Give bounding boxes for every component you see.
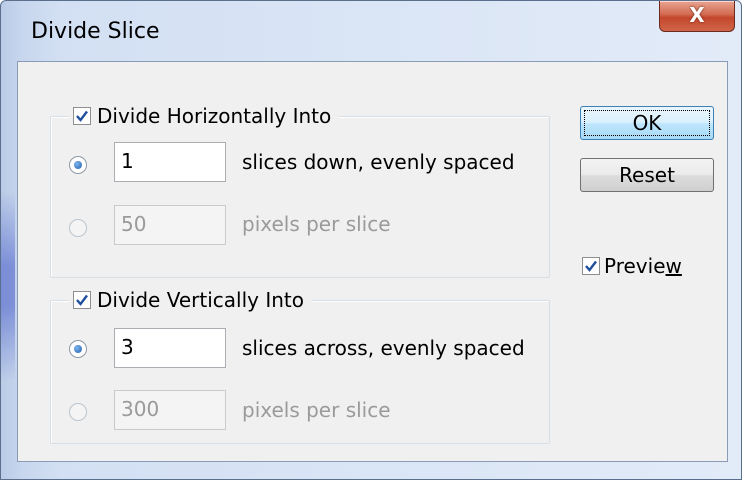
vertical-slices-radio[interactable] — [69, 340, 87, 358]
vertical-pixels-radio[interactable] — [69, 403, 87, 421]
horizontal-pixels-input[interactable]: 50 — [114, 205, 226, 245]
close-icon: X — [689, 3, 705, 27]
preview-label-main: Previe — [604, 254, 666, 278]
horizontal-slices-radio[interactable] — [69, 156, 87, 174]
horizontal-slices-label: slices down, evenly spaced — [242, 150, 515, 174]
vertical-legend-label: Divide Vertically Into — [97, 288, 304, 312]
ok-focus-ring — [584, 110, 710, 136]
vertical-legend: Divide Vertically Into — [69, 285, 312, 315]
preview-option[interactable]: Preview — [582, 254, 682, 278]
vertical-checkbox[interactable] — [73, 291, 91, 309]
ok-button[interactable]: OK — [580, 106, 714, 140]
preview-label-accelerator: w — [665, 254, 682, 278]
horizontal-legend-label: Divide Horizontally Into — [97, 104, 332, 128]
checkmark-icon — [585, 260, 597, 272]
title-bar[interactable]: Divide Slice X — [1, 1, 741, 61]
reset-button[interactable]: Reset — [580, 158, 714, 192]
horizontal-pixels-label: pixels per slice — [242, 212, 391, 236]
horizontal-legend: Divide Horizontally Into — [69, 101, 340, 131]
checkmark-icon — [76, 294, 88, 306]
preview-label: Preview — [604, 254, 682, 278]
horizontal-checkbox[interactable] — [73, 107, 91, 125]
vertical-slices-input[interactable]: 3 — [114, 328, 226, 368]
dialog-title: Divide Slice — [31, 19, 160, 44]
dialog-body: Divide Horizontally Into 1 slices down, … — [17, 61, 728, 462]
reset-button-label: Reset — [619, 163, 675, 187]
close-button[interactable]: X — [659, 1, 735, 32]
vertical-pixels-input[interactable]: 300 — [114, 390, 226, 430]
horizontal-pixels-radio[interactable] — [69, 219, 87, 237]
vertical-slices-label: slices across, evenly spaced — [242, 336, 525, 360]
preview-checkbox[interactable] — [582, 257, 600, 275]
dialog-window: Divide Slice X Divide Horizontally Into … — [0, 0, 742, 480]
horizontal-slices-input[interactable]: 1 — [114, 142, 226, 182]
horizontal-group: Divide Horizontally Into — [50, 101, 550, 278]
vertical-pixels-label: pixels per slice — [242, 398, 391, 422]
checkmark-icon — [76, 110, 88, 122]
